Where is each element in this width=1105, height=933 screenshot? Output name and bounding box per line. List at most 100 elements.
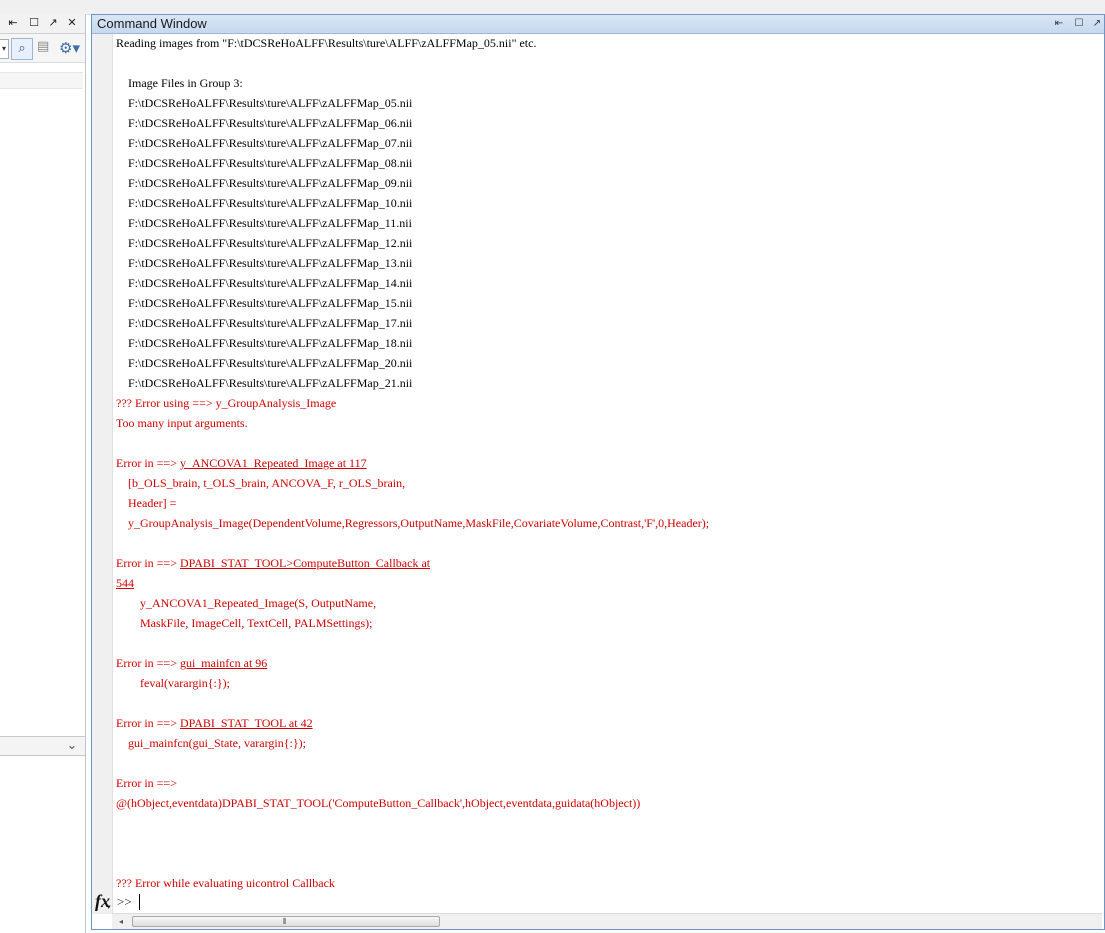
output-line: gui_mainfcn(gui_State, varargin{:}); — [116, 733, 1102, 753]
output-line-text: Error in ==> — [116, 776, 177, 790]
scroll-left-icon[interactable]: ◂ — [116, 914, 126, 929]
output-line-text: F:\tDCSReHoALFF\Results\ture\ALFF\zALFFM… — [116, 176, 413, 190]
search-icon[interactable]: ⌕ — [11, 38, 33, 60]
output-line: F:\tDCSReHoALFF\Results\ture\ALFF\zALFFM… — [116, 253, 1102, 273]
output-line-text: F:\tDCSReHoALFF\Results\ture\ALFF\zALFFM… — [116, 156, 413, 170]
output-line-text: Error in ==> — [116, 456, 180, 470]
gear-icon[interactable]: ⚙▾ — [59, 38, 83, 58]
output-line-text: y_ANCOVA1_Repeated_Image(S, OutputName, — [116, 596, 377, 610]
dropdown-arrow-icon[interactable]: ▾ — [0, 39, 9, 59]
horizontal-scrollbar[interactable]: ◂ ⦀ — [112, 913, 1102, 929]
output-line-text: F:\tDCSReHoALFF\Results\ture\ALFF\zALFFM… — [116, 316, 413, 330]
output-line-text: F:\tDCSReHoALFF\Results\ture\ALFF\zALFFM… — [116, 296, 413, 310]
output-line: F:\tDCSReHoALFF\Results\ture\ALFF\zALFFM… — [116, 213, 1102, 233]
command-window-title: Command Window — [97, 16, 207, 31]
output-line-text: F:\tDCSReHoALFF\Results\ture\ALFF\zALFFM… — [116, 356, 413, 370]
output-line: 544 — [116, 573, 1102, 593]
maximize-icon[interactable]: ☐ — [1072, 16, 1086, 32]
scrollbar-grip-icon: ⦀ — [283, 917, 287, 926]
fx-dropdown-icon[interactable]: ▾ — [107, 903, 111, 911]
output-line-text: F:\tDCSReHoALFF\Results\ture\ALFF\zALFFM… — [116, 376, 413, 390]
undock-icon[interactable]: ⇤ — [6, 16, 20, 30]
popout-icon[interactable]: ↗ — [46, 16, 60, 30]
close-icon[interactable]: ✕ — [65, 16, 79, 30]
command-window-titlebar: Command Window ⇤ ☐ ↗ — [92, 15, 1104, 34]
output-line-text: Header] = — [116, 496, 177, 510]
error-location-link[interactable]: 544 — [116, 576, 134, 590]
output-line: y_GroupAnalysis_Image(DependentVolume,Re… — [116, 513, 1102, 533]
output-line: F:\tDCSReHoALFF\Results\ture\ALFF\zALFFM… — [116, 313, 1102, 333]
output-line: F:\tDCSReHoALFF\Results\ture\ALFF\zALFFM… — [116, 353, 1102, 373]
error-location-link[interactable]: DPABI_STAT_TOOL at 42 — [180, 716, 313, 730]
output-line-text: ??? Error while evaluating uicontrol Cal… — [116, 876, 335, 890]
maximize-icon[interactable]: ☐ — [27, 16, 41, 30]
popout-icon[interactable]: ↗ — [1090, 16, 1104, 32]
output-line: Error in ==> — [116, 773, 1102, 793]
scrollbar-thumb[interactable]: ⦀ — [132, 916, 440, 927]
chevron-down-icon[interactable]: ⌄ — [65, 737, 79, 755]
output-line: F:\tDCSReHoALFF\Results\ture\ALFF\zALFFM… — [116, 153, 1102, 173]
output-line-text: F:\tDCSReHoALFF\Results\ture\ALFF\zALFFM… — [116, 116, 413, 130]
output-line: F:\tDCSReHoALFF\Results\ture\ALFF\zALFFM… — [116, 173, 1102, 193]
output-line-text: F:\tDCSReHoALFF\Results\ture\ALFF\zALFFM… — [116, 236, 413, 250]
left-panel-titlebar: ⇤ ☐ ↗ ✕ — [0, 14, 85, 34]
error-location-link[interactable]: DPABI_STAT_TOOL>ComputeButton_Callback a… — [180, 556, 430, 570]
error-location-link[interactable]: y_ANCOVA1_Repeated_Image at 117 — [180, 456, 367, 470]
output-line-text: Image Files in Group 3: — [116, 76, 243, 90]
output-line: MaskFile, ImageCell, TextCell, PALMSetti… — [116, 613, 1102, 633]
output-line: [b_OLS_brain, t_OLS_brain, ANCOVA_F, r_O… — [116, 473, 1102, 493]
command-output[interactable]: Reading images from "F:\tDCSReHoALFF\Res… — [116, 33, 1102, 895]
command-prompt[interactable]: fx ▾ >> — [95, 891, 495, 913]
output-line: F:\tDCSReHoALFF\Results\ture\ALFF\zALFFM… — [116, 193, 1102, 213]
output-line-text: F:\tDCSReHoALFF\Results\ture\ALFF\zALFFM… — [116, 336, 413, 350]
output-line-text: F:\tDCSReHoALFF\Results\ture\ALFF\zALFFM… — [116, 196, 413, 210]
output-line-text: ??? Error using ==> y_GroupAnalysis_Imag… — [116, 396, 337, 410]
output-line-text: MaskFile, ImageCell, TextCell, PALMSetti… — [116, 616, 373, 630]
output-line: feval(varargin{:}); — [116, 673, 1102, 693]
output-line: ??? Error while evaluating uicontrol Cal… — [116, 873, 1102, 893]
top-strip — [0, 0, 1105, 15]
command-window-gutter — [92, 34, 113, 914]
output-line-text: F:\tDCSReHoALFF\Results\ture\ALFF\zALFFM… — [116, 276, 413, 290]
output-line-text: F:\tDCSReHoALFF\Results\ture\ALFF\zALFFM… — [116, 136, 413, 150]
folder-icon[interactable]: ▤ — [37, 40, 53, 54]
output-line: F:\tDCSReHoALFF\Results\ture\ALFF\zALFFM… — [116, 133, 1102, 153]
output-line-text: Too many input arguments. — [116, 416, 248, 430]
output-line: F:\tDCSReHoALFF\Results\ture\ALFF\zALFFM… — [116, 273, 1102, 293]
output-line: @(hObject,eventdata)DPABI_STAT_TOOL('Com… — [116, 793, 1102, 813]
output-line-text: F:\tDCSReHoALFF\Results\ture\ALFF\zALFFM… — [116, 216, 412, 230]
output-line: F:\tDCSReHoALFF\Results\ture\ALFF\zALFFM… — [116, 373, 1102, 393]
output-line-text: Reading images from "F:\tDCSReHoALFF\Res… — [116, 36, 537, 50]
output-line: F:\tDCSReHoALFF\Results\ture\ALFF\zALFFM… — [116, 293, 1102, 313]
output-line: y_ANCOVA1_Repeated_Image(S, OutputName, — [116, 593, 1102, 613]
output-line-text: F:\tDCSReHoALFF\Results\ture\ALFF\zALFFM… — [116, 96, 413, 110]
output-line: Too many input arguments. — [116, 413, 1102, 433]
left-panel: ⇤ ☐ ↗ ✕ ▾ ⌕ ▤ ⚙▾ ⌄ — [0, 14, 86, 933]
left-panel-toolbar: ▾ ⌕ ▤ ⚙▾ — [0, 34, 85, 63]
details-bar[interactable]: ⌄ — [0, 736, 85, 756]
output-line-text: y_GroupAnalysis_Image(DependentVolume,Re… — [116, 516, 710, 530]
output-line: ??? Error using ==> y_GroupAnalysis_Imag… — [116, 393, 1102, 413]
output-line: Image Files in Group 3: — [116, 73, 1102, 93]
prompt-symbol: >> — [117, 894, 132, 909]
output-line: Error in ==> DPABI_STAT_TOOL>ComputeButt… — [116, 553, 1102, 573]
text-cursor — [139, 894, 140, 910]
left-panel-column-header — [0, 72, 83, 89]
output-line-text: feval(varargin{:}); — [116, 676, 230, 690]
error-location-link[interactable]: gui_mainfcn at 96 — [180, 656, 267, 670]
output-line: F:\tDCSReHoALFF\Results\ture\ALFF\zALFFM… — [116, 233, 1102, 253]
output-line: Error in ==> y_ANCOVA1_Repeated_Image at… — [116, 453, 1102, 473]
output-line-text: [b_OLS_brain, t_OLS_brain, ANCOVA_F, r_O… — [116, 476, 406, 490]
output-line: Header] = — [116, 493, 1102, 513]
undock-icon[interactable]: ⇤ — [1052, 16, 1066, 32]
output-line: F:\tDCSReHoALFF\Results\ture\ALFF\zALFFM… — [116, 113, 1102, 133]
output-line-text: @(hObject,eventdata)DPABI_STAT_TOOL('Com… — [116, 796, 641, 810]
